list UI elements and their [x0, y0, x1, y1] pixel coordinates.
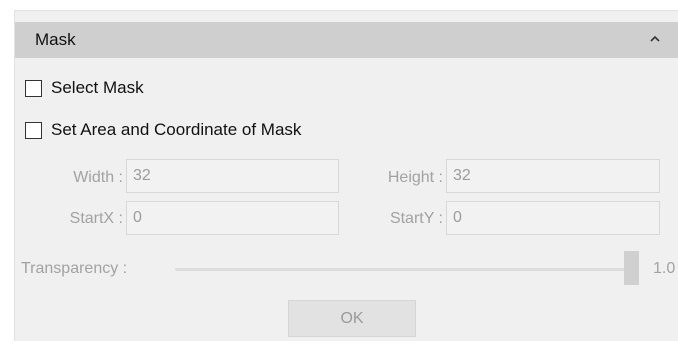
panel-header[interactable]: Mask — [15, 22, 678, 58]
starty-input[interactable] — [446, 201, 660, 235]
width-input[interactable] — [126, 159, 339, 193]
chevron-up-icon — [650, 35, 660, 42]
transparency-slider-thumb[interactable] — [624, 251, 639, 285]
set-area-option[interactable]: Set Area and Coordinate of Mask — [25, 120, 301, 140]
mask-panel: Mask Select Mask Set Area and Coordinate… — [14, 10, 678, 341]
collapse-button[interactable] — [639, 22, 678, 58]
starty-label: StartY : — [389, 210, 443, 227]
set-area-label: Set Area and Coordinate of Mask — [51, 120, 302, 139]
select-mask-checkbox[interactable] — [25, 79, 42, 97]
ok-button[interactable]: OK — [288, 300, 416, 337]
startx-label: StartX : — [69, 210, 123, 227]
height-label: Height : — [387, 169, 443, 186]
width-label: Width : — [73, 169, 123, 186]
transparency-value: 1.0 — [653, 260, 676, 277]
panel-title: Mask — [35, 30, 76, 49]
height-input[interactable] — [446, 159, 660, 193]
select-mask-label: Select Mask — [51, 78, 144, 97]
set-area-checkbox[interactable] — [25, 121, 42, 139]
startx-input[interactable] — [126, 201, 339, 235]
transparency-slider-track[interactable] — [175, 268, 625, 271]
select-mask-option[interactable]: Select Mask — [25, 78, 144, 98]
transparency-label: Transparency : — [21, 260, 128, 277]
